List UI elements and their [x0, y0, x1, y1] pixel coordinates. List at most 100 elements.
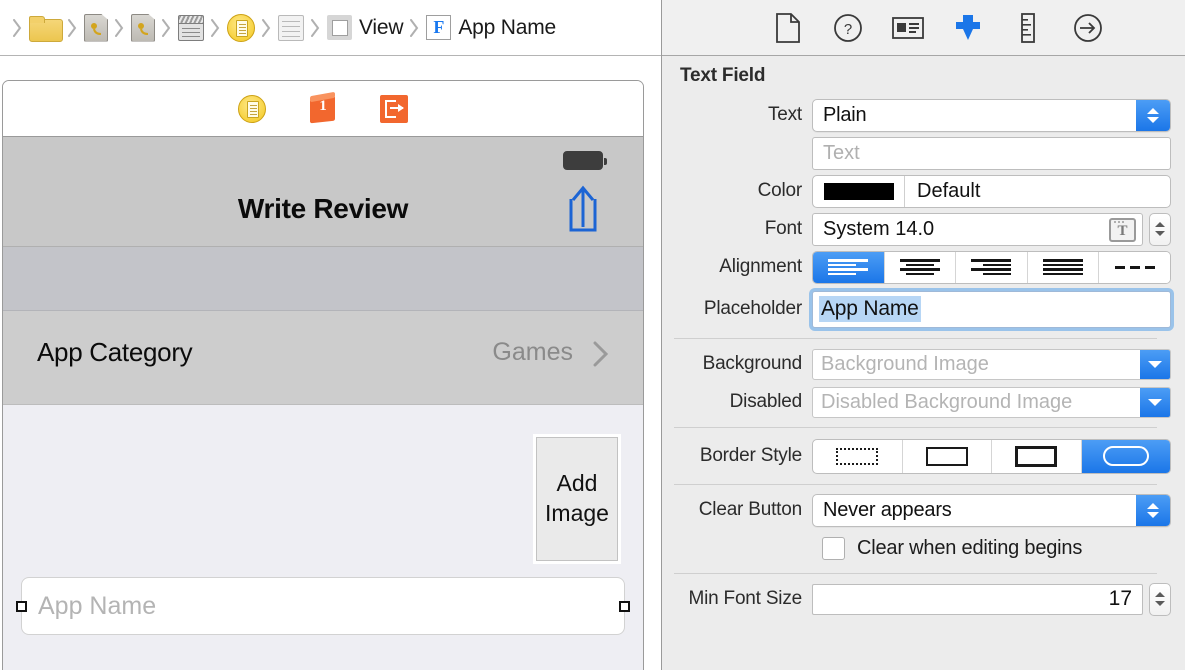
- row-color: Color Default: [662, 172, 1171, 210]
- question-circle-icon: ?: [833, 13, 862, 42]
- breadcrumb-view-label: View: [359, 15, 404, 39]
- quick-help-inspector-tab[interactable]: ?: [828, 8, 868, 48]
- border-style-option-rounded-rect[interactable]: [1081, 439, 1170, 473]
- app-name-text-field-placeholder: App Name: [38, 591, 157, 620]
- row-disabled: Disabled Disabled Background Image: [662, 383, 1171, 421]
- text-popup-button[interactable]: Plain: [812, 98, 1171, 132]
- alignment-option-center[interactable]: [884, 251, 957, 283]
- background-image-combo[interactable]: Background Image: [812, 348, 1171, 380]
- inspector-tab-bar: ?: [662, 0, 1185, 56]
- cell-title: App Category: [37, 337, 193, 367]
- row-placeholder: Placeholder App Name: [662, 286, 1171, 332]
- file-inspector-tab[interactable]: [768, 8, 808, 48]
- exit-icon[interactable]: [380, 94, 408, 123]
- device-preview: 1 Write Review App Category Games Add Im…: [2, 80, 644, 670]
- placeholder-value: App Name: [819, 296, 921, 322]
- selection-handle-right[interactable]: [619, 601, 630, 612]
- color-well[interactable]: Default: [812, 174, 1171, 208]
- alignment-option-natural[interactable]: [1099, 251, 1170, 283]
- row-text: Text Plain: [662, 96, 1171, 134]
- app-category-cell[interactable]: App Category Games: [3, 311, 643, 405]
- popup-arrows-icon: [1136, 494, 1170, 526]
- clear-button-popup[interactable]: Never appears: [812, 493, 1171, 527]
- xcode-interface-builder-window: View F App Name 1 Write Review App Categ…: [0, 0, 1185, 670]
- border-style-option-none[interactable]: [813, 439, 903, 473]
- clear-when-editing-checkbox[interactable]: [822, 536, 845, 560]
- clear-when-editing-label: Clear when editing begins: [857, 536, 1083, 559]
- content-area: Add Image App Name: [3, 405, 643, 670]
- popup-arrows-icon: [1136, 99, 1170, 131]
- placeholder-label: Placeholder: [703, 298, 802, 319]
- row-border-style: Border Style: [662, 434, 1171, 478]
- font-picker-icon[interactable]: T: [1109, 217, 1136, 242]
- text-field-icon: F: [426, 15, 452, 40]
- text-label: Text: [767, 104, 802, 125]
- editor-area: View F App Name 1 Write Review App Categ…: [0, 0, 662, 670]
- chevron-right-icon: [68, 18, 77, 37]
- row-font: Font System 14.0 T: [662, 210, 1171, 248]
- breadcrumb-item-folder[interactable]: [29, 0, 63, 55]
- storyboard-document-icon: [84, 13, 108, 42]
- chevron-right-icon: [311, 18, 320, 37]
- border-style-option-line[interactable]: [903, 439, 992, 473]
- connections-inspector-tab[interactable]: [1068, 8, 1108, 48]
- breadcrumb-item-scene[interactable]: [178, 0, 204, 55]
- font-label: Font: [764, 218, 802, 239]
- size-inspector-tab[interactable]: [1008, 8, 1048, 48]
- font-value: System 14.0: [823, 217, 935, 240]
- min-font-size-input[interactable]: 17: [812, 583, 1143, 615]
- border-style-option-bezel[interactable]: [992, 439, 1082, 473]
- text-content-input[interactable]: Text: [812, 136, 1171, 170]
- min-font-size-stepper[interactable]: [1149, 582, 1171, 616]
- attributes-inspector-tab[interactable]: [948, 8, 988, 48]
- first-responder-badge: 1: [319, 97, 327, 114]
- breadcrumb-item-view-controller[interactable]: [227, 0, 255, 55]
- chevron-right-icon: [115, 18, 124, 37]
- breadcrumb-item-view[interactable]: View: [327, 0, 404, 55]
- border-style-label: Border Style: [699, 445, 802, 466]
- chevron-down-icon[interactable]: [1140, 349, 1170, 379]
- color-value: Default: [917, 179, 981, 202]
- toolbar-band: [3, 247, 643, 311]
- border-style-segmented-control[interactable]: [812, 438, 1171, 474]
- row-clear-button: Clear Button Never appears: [662, 491, 1171, 529]
- view-controller-icon: [227, 13, 255, 42]
- row-alignment: Alignment: [662, 248, 1171, 286]
- disabled-background-image-combo[interactable]: Disabled Background Image: [812, 386, 1171, 418]
- canvas[interactable]: 1 Write Review App Category Games Add Im…: [0, 56, 661, 670]
- breadcrumb-item-storyboard-1[interactable]: [84, 0, 108, 55]
- app-name-text-field[interactable]: App Name: [21, 577, 625, 635]
- breadcrumb-item-text-field[interactable]: F App Name: [426, 0, 556, 55]
- alignment-option-justified[interactable]: [1027, 251, 1100, 283]
- font-field[interactable]: System 14.0 T: [812, 212, 1143, 246]
- add-image-line1: Add: [556, 470, 598, 497]
- inspector-rows: Text Plain Text Color Default Font Syste…: [662, 96, 1185, 618]
- divider: [674, 484, 1157, 485]
- clear-button-value: Never appears: [823, 498, 952, 521]
- chevron-down-icon[interactable]: [1140, 387, 1170, 417]
- color-label: Color: [757, 180, 803, 201]
- battery-icon: [563, 151, 607, 170]
- breadcrumb-item-view-list[interactable]: [278, 0, 304, 55]
- placeholder-input[interactable]: App Name: [812, 290, 1171, 328]
- alignment-option-right[interactable]: [956, 251, 1028, 283]
- min-font-size-label: Min Font Size: [688, 588, 802, 609]
- identity-card-icon: [891, 16, 924, 39]
- text-popup-value: Plain: [823, 103, 867, 126]
- color-swatch-wrap[interactable]: [813, 175, 905, 207]
- font-stepper[interactable]: [1149, 212, 1171, 246]
- breadcrumb-item-storyboard-2[interactable]: [131, 0, 155, 55]
- cell-value: Games: [492, 338, 573, 366]
- add-image-button[interactable]: Add Image: [533, 434, 621, 564]
- view-controller-icon[interactable]: [238, 94, 266, 123]
- alignment-segmented-control[interactable]: [812, 250, 1171, 284]
- view-placeholder-icon: [327, 15, 352, 40]
- chevron-right-icon: [593, 341, 609, 367]
- popup-arrows-icon: [980, 176, 1005, 205]
- first-responder-icon[interactable]: 1: [308, 91, 338, 124]
- alignment-option-left[interactable]: [813, 251, 885, 283]
- alignment-label: Alignment: [719, 256, 802, 277]
- selection-handle-left[interactable]: [16, 601, 27, 612]
- identity-inspector-tab[interactable]: [888, 8, 928, 48]
- divider: [674, 338, 1157, 339]
